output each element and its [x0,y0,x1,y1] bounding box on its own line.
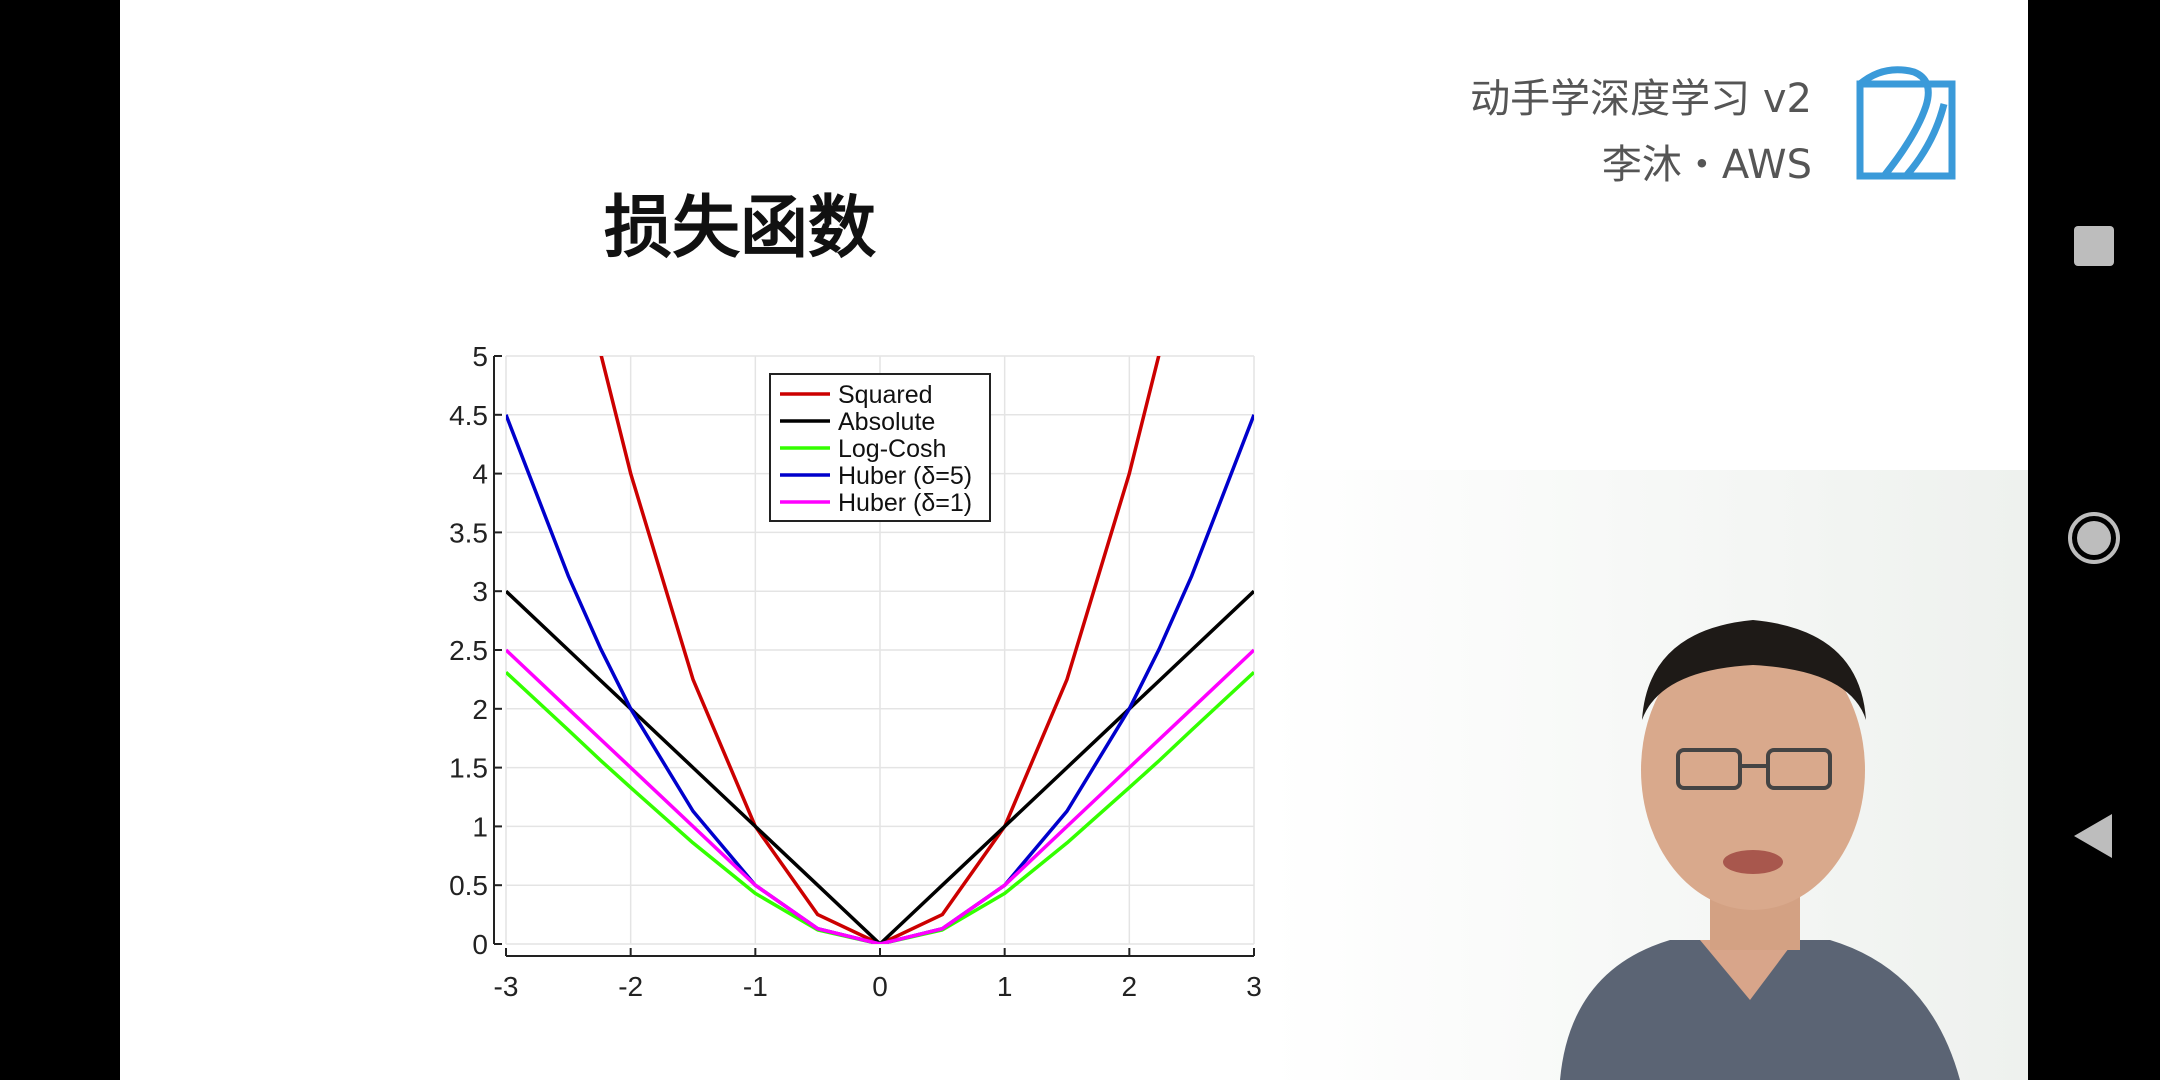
d2l-book-logo-icon [1856,66,1956,180]
legend-label: Squared [838,381,933,409]
y-tick-label: 0.5 [449,870,488,901]
x-tick-label: 2 [1122,971,1138,1002]
course-title: 动手学深度学习 v2 李沐・AWS [1470,66,1812,198]
y-tick-label: 4.5 [449,400,488,431]
chart-legend: SquaredAbsoluteLog-CoshHuber (δ=5)Huber … [769,373,991,522]
y-tick-label: 4 [472,459,488,490]
y-tick-label: 0 [472,929,488,960]
y-tick-label: 1 [472,811,488,842]
y-tick-label: 1.5 [449,753,488,784]
triangle-back-icon[interactable] [2064,806,2124,866]
legend-label: Absolute [838,408,935,436]
legend-label: Huber (δ=5) [838,462,972,490]
x-tick-label: 3 [1246,971,1262,1002]
legend-label: Huber (δ=1) [838,489,972,517]
legend-label: Log-Cosh [838,435,946,463]
x-tick-label: 1 [997,971,1013,1002]
x-tick-label: -1 [743,971,768,1002]
android-nav-bar [2028,0,2160,1080]
presenter-video [1270,470,2028,1080]
y-tick-label: 2.5 [449,635,488,666]
course-title-line1: 动手学深度学习 v2 [1470,76,1812,122]
y-tick-label: 5 [472,341,488,372]
y-tick-label: 2 [472,694,488,725]
x-tick-label: -2 [618,971,643,1002]
y-tick-label: 3.5 [449,517,488,548]
x-tick-label: -3 [494,971,519,1002]
x-tick-label: 0 [872,971,888,1002]
y-tick-label: 3 [472,576,488,607]
slide-title: 损失函数 [604,189,877,268]
loss-function-chart: -3 -2 -1 0 1 2 3 0 0.5 1 1.5 2 2.5 3 3.5 4 4.5 5 SquaredA… [449,341,1262,1002]
circle-icon[interactable] [2064,508,2124,568]
course-title-line2: 李沐・AWS [1601,142,1812,188]
video-frame[interactable]: 动手学深度学习 v2 李沐・AWS 损失函数 -3 -2 -1 0 1 2 3 0 0.5 1 1.… [120,0,2028,1080]
square-icon[interactable] [2064,216,2124,276]
